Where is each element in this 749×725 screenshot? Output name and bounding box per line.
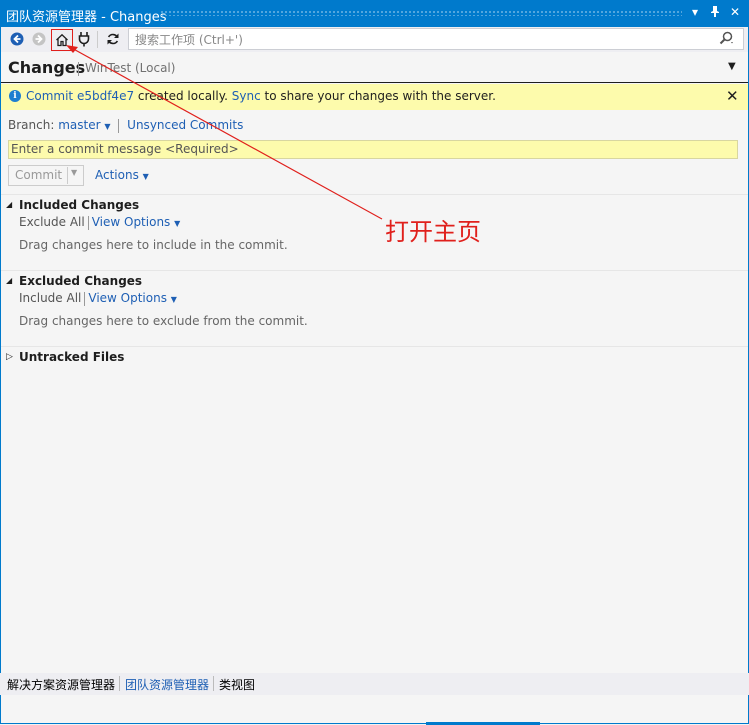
annotation-arrow xyxy=(66,45,383,220)
tab-separator xyxy=(119,676,120,691)
tab-separator xyxy=(213,676,214,691)
annotation-text: 打开主页 xyxy=(385,218,481,246)
tab-class-view[interactable]: 类视图 xyxy=(219,676,255,693)
annotation-arrow-head xyxy=(66,45,78,53)
tab-solution-explorer[interactable]: 解决方案资源管理器 xyxy=(7,676,115,693)
tab-team-explorer[interactable]: 团队资源管理器 xyxy=(125,676,209,693)
bottom-tab-bar: 解决方案资源管理器 团队资源管理器 类视图 xyxy=(0,673,749,695)
annotation-arrow-line xyxy=(67,45,383,220)
